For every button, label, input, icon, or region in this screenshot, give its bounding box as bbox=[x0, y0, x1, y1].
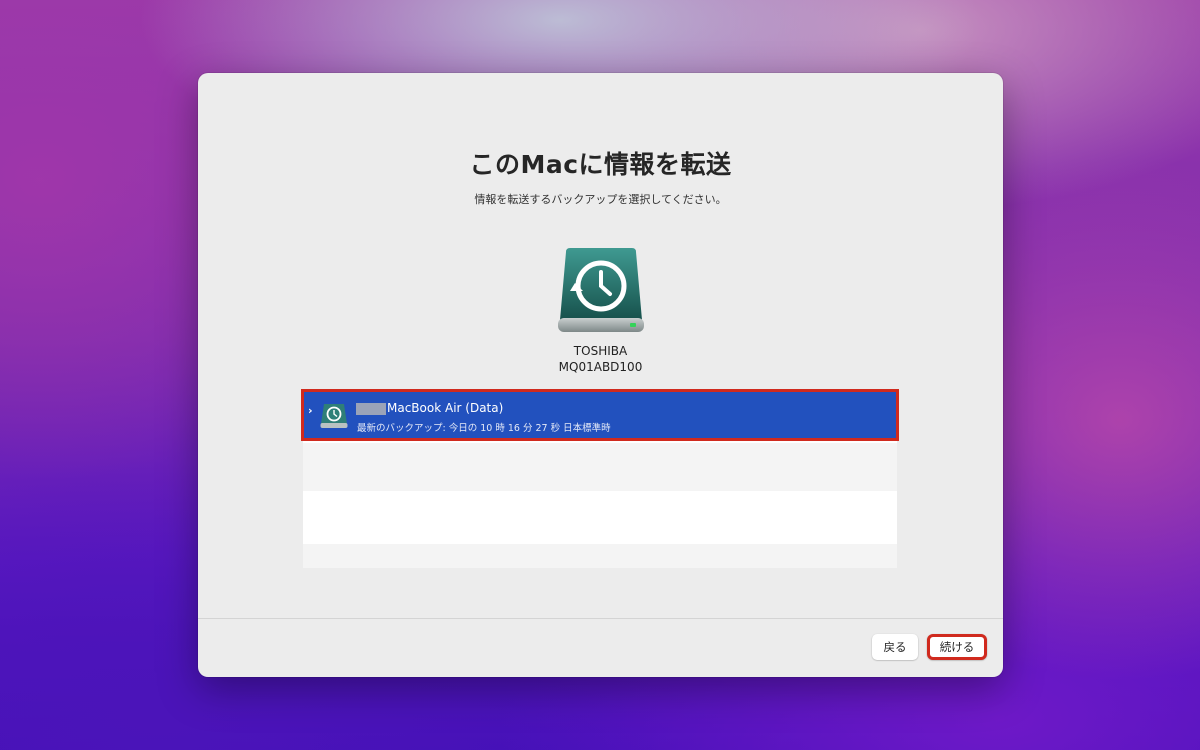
footer-divider bbox=[198, 618, 1003, 619]
backup-row-subtitle: 最新のバックアップ: 今日の 10 時 16 分 27 秒 日本標準時 bbox=[357, 423, 611, 434]
backup-list[interactable]: › MacBook Air (Data) 最新のバックアップ: 今日の 10 時… bbox=[301, 389, 899, 568]
dialog-title: このMacに情報を転送 bbox=[469, 150, 732, 179]
drive-name-line1: TOSHIBA bbox=[573, 344, 628, 358]
back-button[interactable]: 戻る bbox=[872, 634, 918, 660]
redacted-name bbox=[356, 403, 386, 415]
migration-assistant-window: このMacに情報を転送 情報を転送するバックアップを選択してください。 TOSH… bbox=[198, 73, 1003, 677]
list-stripe bbox=[303, 544, 897, 568]
continue-button[interactable]: 続ける bbox=[927, 634, 987, 660]
backup-row-title: MacBook Air (Data) bbox=[387, 401, 504, 415]
dialog-subtitle: 情報を転送するバックアップを選択してください。 bbox=[474, 193, 727, 206]
drive-name: TOSHIBA MQ01ABD100 bbox=[198, 343, 1003, 375]
list-stripe bbox=[303, 443, 897, 491]
backup-row-selected[interactable]: › MacBook Air (Data) 最新のバックアップ: 今日の 10 時… bbox=[301, 389, 899, 441]
time-machine-drive-icon bbox=[320, 402, 348, 430]
drive-name-line2: MQ01ABD100 bbox=[558, 360, 643, 374]
time-machine-drive-icon[interactable] bbox=[556, 248, 646, 336]
disclosure-chevron-icon[interactable]: › bbox=[308, 404, 313, 417]
